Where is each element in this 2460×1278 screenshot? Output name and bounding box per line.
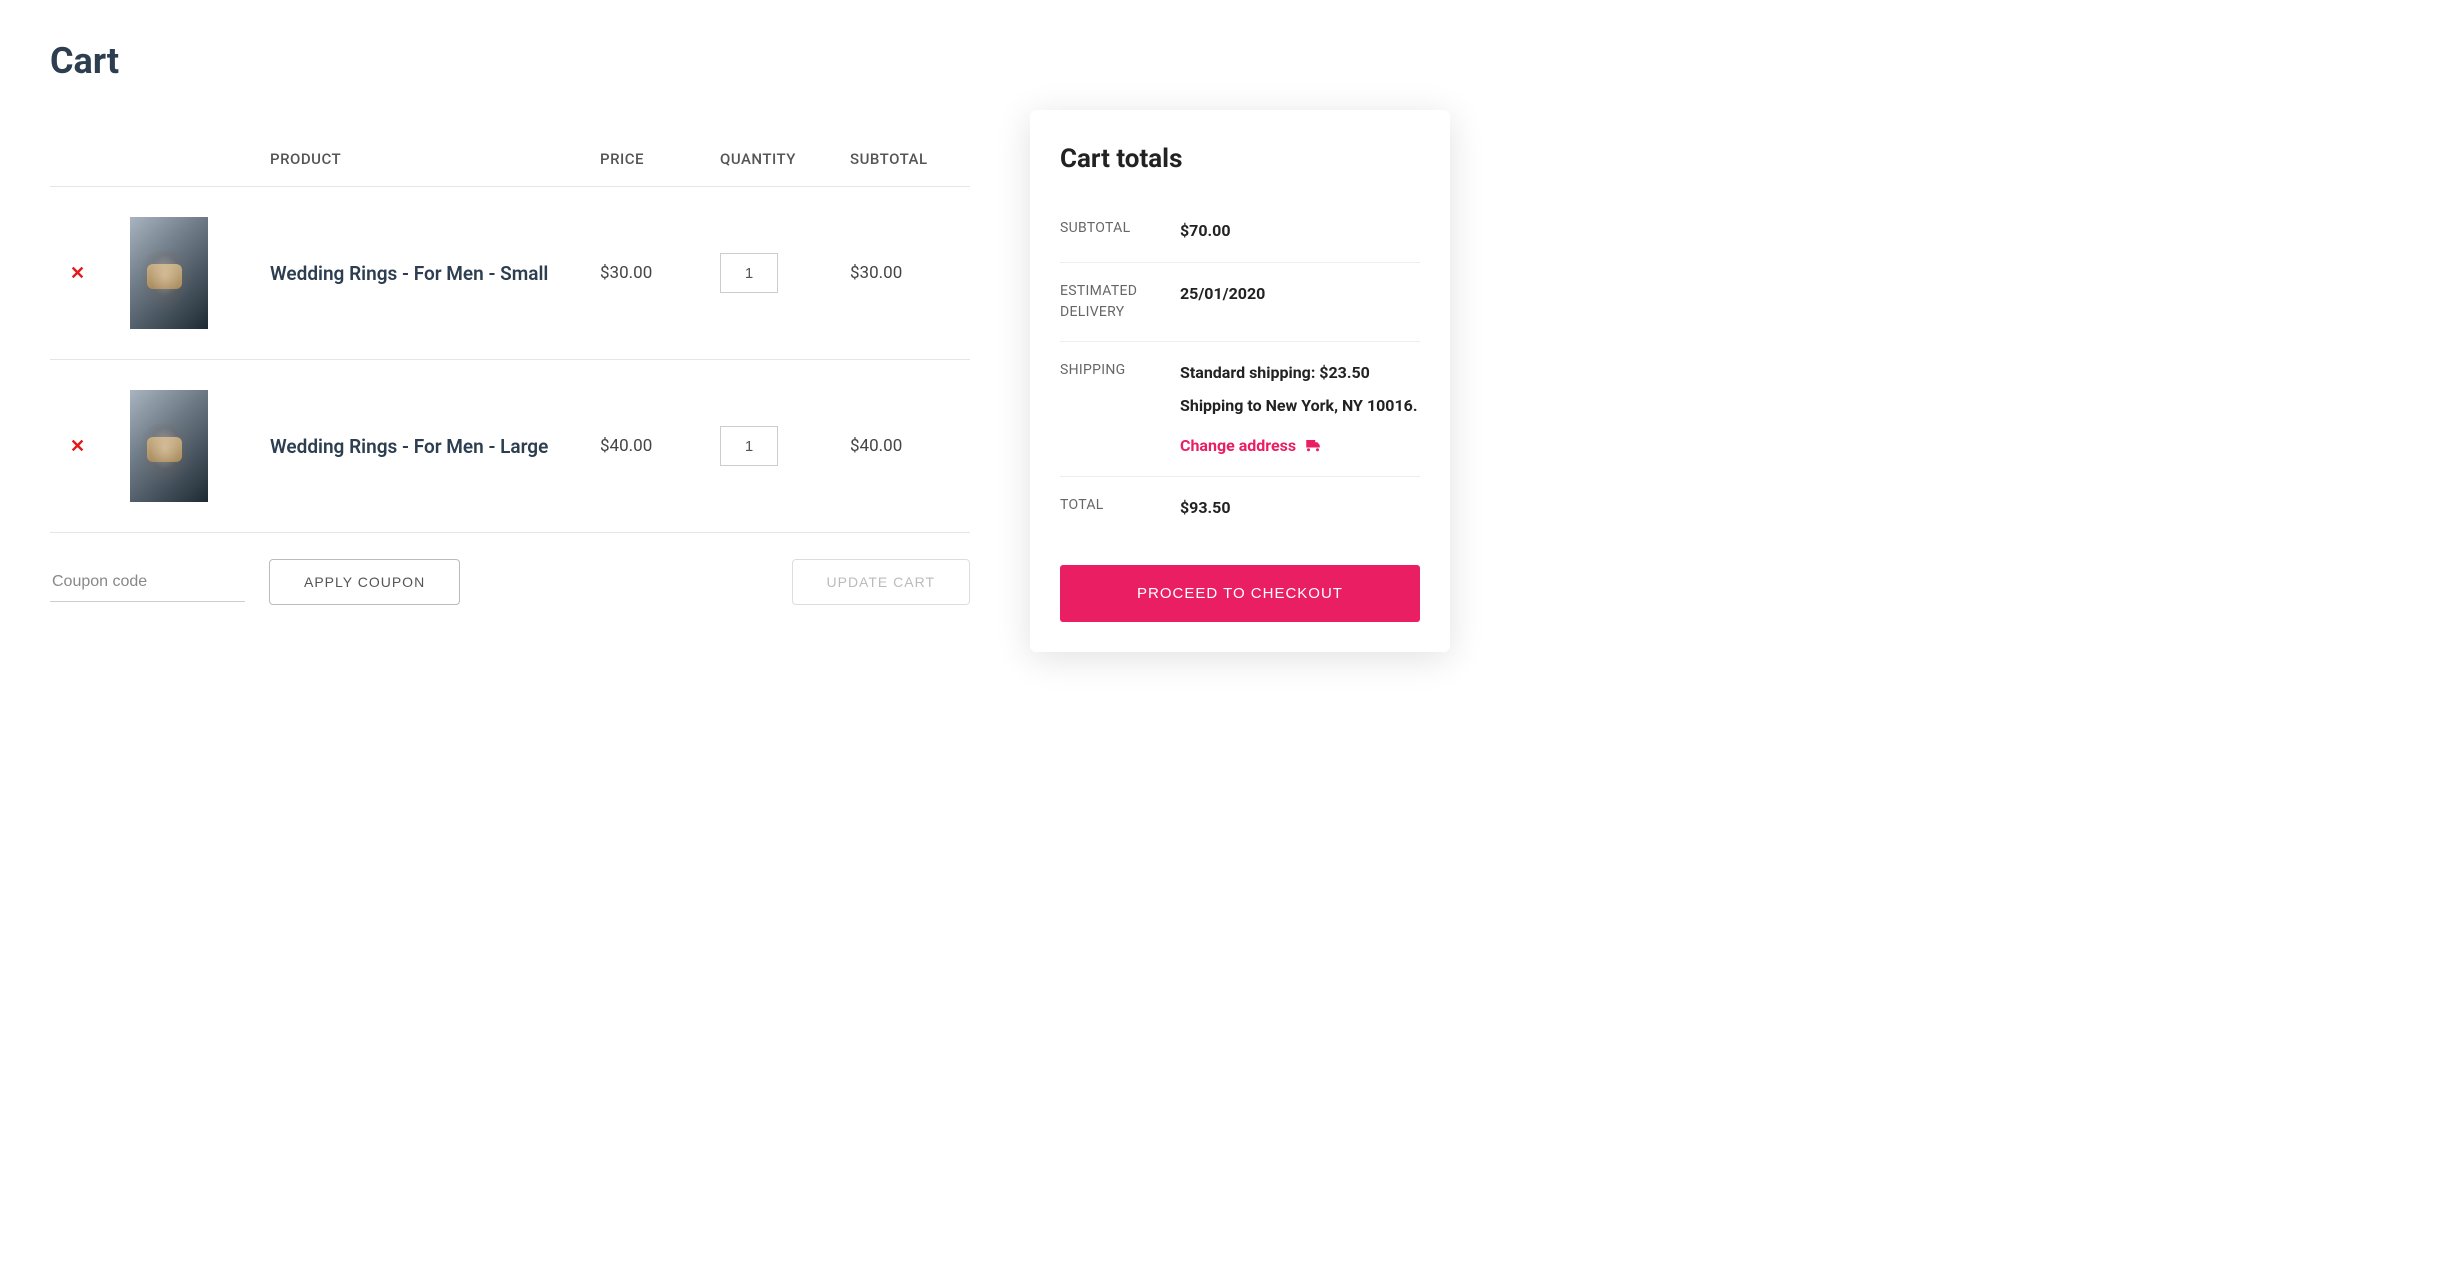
total-value: $93.50 [1180, 495, 1420, 521]
col-subtotal-header: SUBTOTAL [850, 132, 970, 187]
cart-actions: APPLY COUPON UPDATE CART [50, 533, 970, 605]
cart-totals-title: Cart totals [1060, 144, 1420, 174]
subtotal-value: $70.00 [1180, 218, 1420, 244]
cart-totals-panel: Cart totals SUBTOTAL $70.00 ESTIMATED DE… [1030, 110, 1450, 652]
change-address-label: Change address [1180, 433, 1296, 459]
shipping-to: Shipping to New York, NY 10016. [1180, 393, 1420, 419]
product-name-link[interactable]: Wedding Rings - For Men - Small [270, 262, 548, 285]
product-price: $30.00 [600, 187, 720, 360]
col-price-header: PRICE [600, 132, 720, 187]
shipping-row: SHIPPING Standard shipping: $23.50 Shipp… [1060, 342, 1420, 478]
col-remove-header [50, 132, 130, 187]
product-subtotal: $30.00 [850, 187, 970, 360]
product-price: $40.00 [600, 360, 720, 533]
col-thumb-header [130, 132, 270, 187]
shipping-value: Standard shipping: $23.50 Shipping to Ne… [1180, 360, 1420, 459]
close-icon: ✕ [70, 263, 85, 283]
coupon-group: APPLY COUPON [50, 559, 460, 605]
page-title: Cart [50, 40, 970, 82]
shipping-label: SHIPPING [1060, 360, 1180, 459]
shipping-method: Standard shipping: $23.50 [1180, 360, 1420, 386]
total-row: TOTAL $93.50 [1060, 477, 1420, 539]
col-quantity-header: QUANTITY [720, 132, 850, 187]
cart-main: Cart PRODUCT PRICE QUANTITY SUBTOTAL ✕ [50, 40, 970, 605]
coupon-input[interactable] [50, 563, 245, 602]
product-subtotal: $40.00 [850, 360, 970, 533]
update-cart-button[interactable]: UPDATE CART [792, 559, 971, 605]
remove-item-button[interactable]: ✕ [50, 426, 105, 467]
table-row: ✕ Wedding Rings - For Men - Small $30.00… [50, 187, 970, 360]
close-icon: ✕ [70, 436, 85, 456]
quantity-input[interactable] [720, 253, 778, 293]
change-address-link[interactable]: Change address [1180, 433, 1322, 459]
subtotal-row: SUBTOTAL $70.00 [1060, 200, 1420, 263]
total-label: TOTAL [1060, 495, 1180, 521]
product-name-link[interactable]: Wedding Rings - For Men - Large [270, 435, 548, 458]
delivery-row: ESTIMATED DELIVERY 25/01/2020 [1060, 263, 1420, 342]
proceed-to-checkout-button[interactable]: PROCEED TO CHECKOUT [1060, 565, 1420, 622]
subtotal-label: SUBTOTAL [1060, 218, 1180, 244]
apply-coupon-button[interactable]: APPLY COUPON [269, 559, 460, 605]
table-row: ✕ Wedding Rings - For Men - Large $40.00… [50, 360, 970, 533]
truck-icon [1304, 437, 1322, 455]
delivery-label: ESTIMATED DELIVERY [1060, 281, 1180, 323]
col-product-header: PRODUCT [270, 132, 600, 187]
remove-item-button[interactable]: ✕ [50, 253, 105, 294]
cart-page: Cart PRODUCT PRICE QUANTITY SUBTOTAL ✕ [50, 40, 2410, 652]
cart-table: PRODUCT PRICE QUANTITY SUBTOTAL ✕ [50, 132, 970, 533]
product-thumbnail[interactable] [130, 390, 208, 502]
product-thumbnail[interactable] [130, 217, 208, 329]
quantity-input[interactable] [720, 426, 778, 466]
delivery-value: 25/01/2020 [1180, 281, 1420, 323]
